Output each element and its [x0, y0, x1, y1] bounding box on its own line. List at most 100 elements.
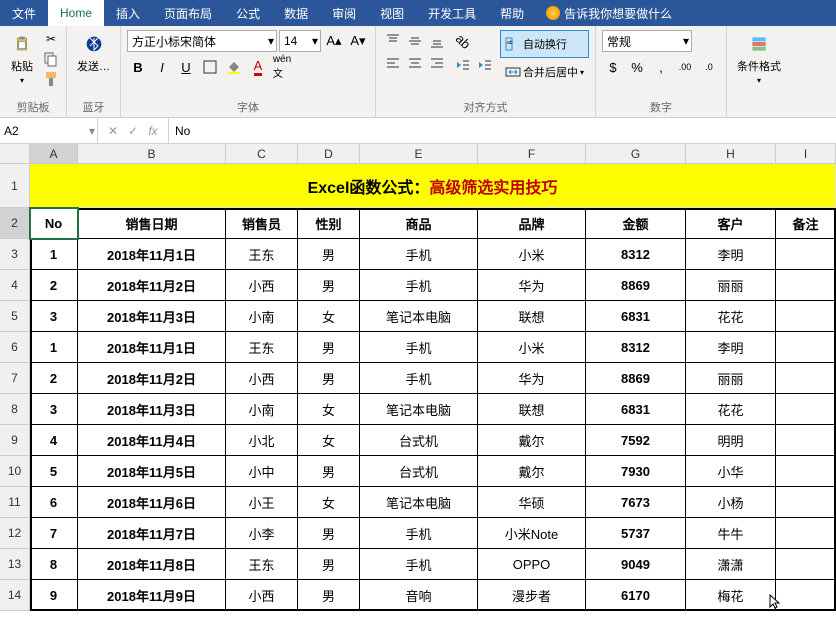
- cell[interactable]: 手机: [360, 239, 478, 270]
- align-right-button[interactable]: [426, 52, 448, 74]
- row-header[interactable]: 6: [0, 332, 30, 363]
- cell[interactable]: 销售员: [226, 208, 298, 239]
- decrease-indent-button[interactable]: [452, 54, 474, 76]
- cell[interactable]: 台式机: [360, 456, 478, 487]
- increase-font-button[interactable]: A▴: [323, 30, 345, 52]
- cell[interactable]: 7: [30, 518, 78, 549]
- row-header[interactable]: 8: [0, 394, 30, 425]
- cell[interactable]: 女: [298, 487, 360, 518]
- menu-layout[interactable]: 页面布局: [152, 0, 224, 26]
- cell[interactable]: 8869: [586, 270, 686, 301]
- cell[interactable]: 联想: [478, 301, 586, 332]
- copy-button[interactable]: [42, 50, 60, 68]
- cell[interactable]: 客户: [686, 208, 776, 239]
- cell[interactable]: 1: [30, 332, 78, 363]
- cell[interactable]: 梅花: [686, 580, 776, 611]
- cell[interactable]: 戴尔: [478, 425, 586, 456]
- cell[interactable]: [776, 580, 836, 611]
- cell[interactable]: 3: [30, 394, 78, 425]
- row-header[interactable]: 5: [0, 301, 30, 332]
- cell[interactable]: 1: [30, 239, 78, 270]
- cell[interactable]: 明明: [686, 425, 776, 456]
- cell[interactable]: 花花: [686, 394, 776, 425]
- decrease-decimal-button[interactable]: .0: [698, 56, 720, 78]
- column-header[interactable]: F: [478, 144, 586, 164]
- row-header[interactable]: 1: [0, 164, 30, 208]
- cell[interactable]: [776, 363, 836, 394]
- cell[interactable]: 手机: [360, 270, 478, 301]
- bluetooth-send-button[interactable]: 发送…: [73, 30, 114, 76]
- cell[interactable]: 男: [298, 363, 360, 394]
- format-painter-button[interactable]: [42, 70, 60, 88]
- cell[interactable]: 备注: [776, 208, 836, 239]
- cell[interactable]: 华为: [478, 363, 586, 394]
- cell[interactable]: [776, 301, 836, 332]
- increase-indent-button[interactable]: [474, 54, 496, 76]
- cell[interactable]: 王东: [226, 239, 298, 270]
- cell[interactable]: 销售日期: [78, 208, 226, 239]
- name-box-input[interactable]: [4, 124, 93, 138]
- cell[interactable]: 小米: [478, 332, 586, 363]
- enter-formula-button[interactable]: ✓: [124, 124, 142, 138]
- row-header[interactable]: 10: [0, 456, 30, 487]
- cancel-formula-button[interactable]: ✕: [104, 124, 122, 138]
- cell[interactable]: 小杨: [686, 487, 776, 518]
- paste-button[interactable]: 粘贴 ▾: [6, 30, 38, 87]
- row-header[interactable]: 7: [0, 363, 30, 394]
- cell[interactable]: 笔记本电脑: [360, 301, 478, 332]
- cell[interactable]: 李明: [686, 239, 776, 270]
- cell[interactable]: 男: [298, 332, 360, 363]
- menu-help[interactable]: 帮助: [488, 0, 536, 26]
- cell[interactable]: 2: [30, 363, 78, 394]
- cell[interactable]: 小米Note: [478, 518, 586, 549]
- menu-dev[interactable]: 开发工具: [416, 0, 488, 26]
- cell[interactable]: 小王: [226, 487, 298, 518]
- cell[interactable]: 男: [298, 270, 360, 301]
- cell[interactable]: 牛牛: [686, 518, 776, 549]
- cell[interactable]: 台式机: [360, 425, 478, 456]
- merge-center-button[interactable]: 合并后居中 ▾: [500, 58, 589, 86]
- wrap-text-button[interactable]: ab 自动换行: [500, 30, 589, 58]
- cell[interactable]: 小中: [226, 456, 298, 487]
- cell[interactable]: 李明: [686, 332, 776, 363]
- cell[interactable]: 手机: [360, 518, 478, 549]
- cell[interactable]: 手机: [360, 363, 478, 394]
- cell[interactable]: 2018年11月3日: [78, 394, 226, 425]
- font-size-select[interactable]: 14 ▾: [279, 30, 321, 52]
- cell[interactable]: 女: [298, 425, 360, 456]
- cell[interactable]: 7673: [586, 487, 686, 518]
- cell[interactable]: 9: [30, 580, 78, 611]
- name-box[interactable]: ▾: [0, 118, 98, 143]
- cell[interactable]: 笔记本电脑: [360, 394, 478, 425]
- column-header[interactable]: H: [686, 144, 776, 164]
- cell[interactable]: 丽丽: [686, 270, 776, 301]
- menu-data[interactable]: 数据: [272, 0, 320, 26]
- cell[interactable]: 小南: [226, 394, 298, 425]
- cell[interactable]: [776, 394, 836, 425]
- fx-button[interactable]: fx: [144, 124, 162, 138]
- increase-decimal-button[interactable]: .00: [674, 56, 696, 78]
- cell[interactable]: 男: [298, 549, 360, 580]
- fill-color-button[interactable]: [223, 56, 245, 78]
- cell[interactable]: [776, 239, 836, 270]
- column-header[interactable]: B: [78, 144, 226, 164]
- menu-home[interactable]: Home: [48, 0, 104, 26]
- cell[interactable]: 8312: [586, 239, 686, 270]
- bold-button[interactable]: B: [127, 56, 149, 78]
- formula-input[interactable]: [175, 124, 830, 138]
- phonetic-button[interactable]: wén文: [271, 56, 293, 78]
- cell[interactable]: 戴尔: [478, 456, 586, 487]
- cell[interactable]: 6: [30, 487, 78, 518]
- number-format-select[interactable]: 常规 ▾: [602, 30, 692, 52]
- cell[interactable]: 小西: [226, 270, 298, 301]
- row-header[interactable]: 12: [0, 518, 30, 549]
- cell[interactable]: 王东: [226, 332, 298, 363]
- cell[interactable]: 2018年11月1日: [78, 332, 226, 363]
- align-middle-button[interactable]: [404, 30, 426, 52]
- select-all-corner[interactable]: [0, 144, 30, 164]
- row-header[interactable]: 3: [0, 239, 30, 270]
- cell[interactable]: [776, 332, 836, 363]
- column-header[interactable]: I: [776, 144, 836, 164]
- cell[interactable]: 笔记本电脑: [360, 487, 478, 518]
- cell[interactable]: OPPO: [478, 549, 586, 580]
